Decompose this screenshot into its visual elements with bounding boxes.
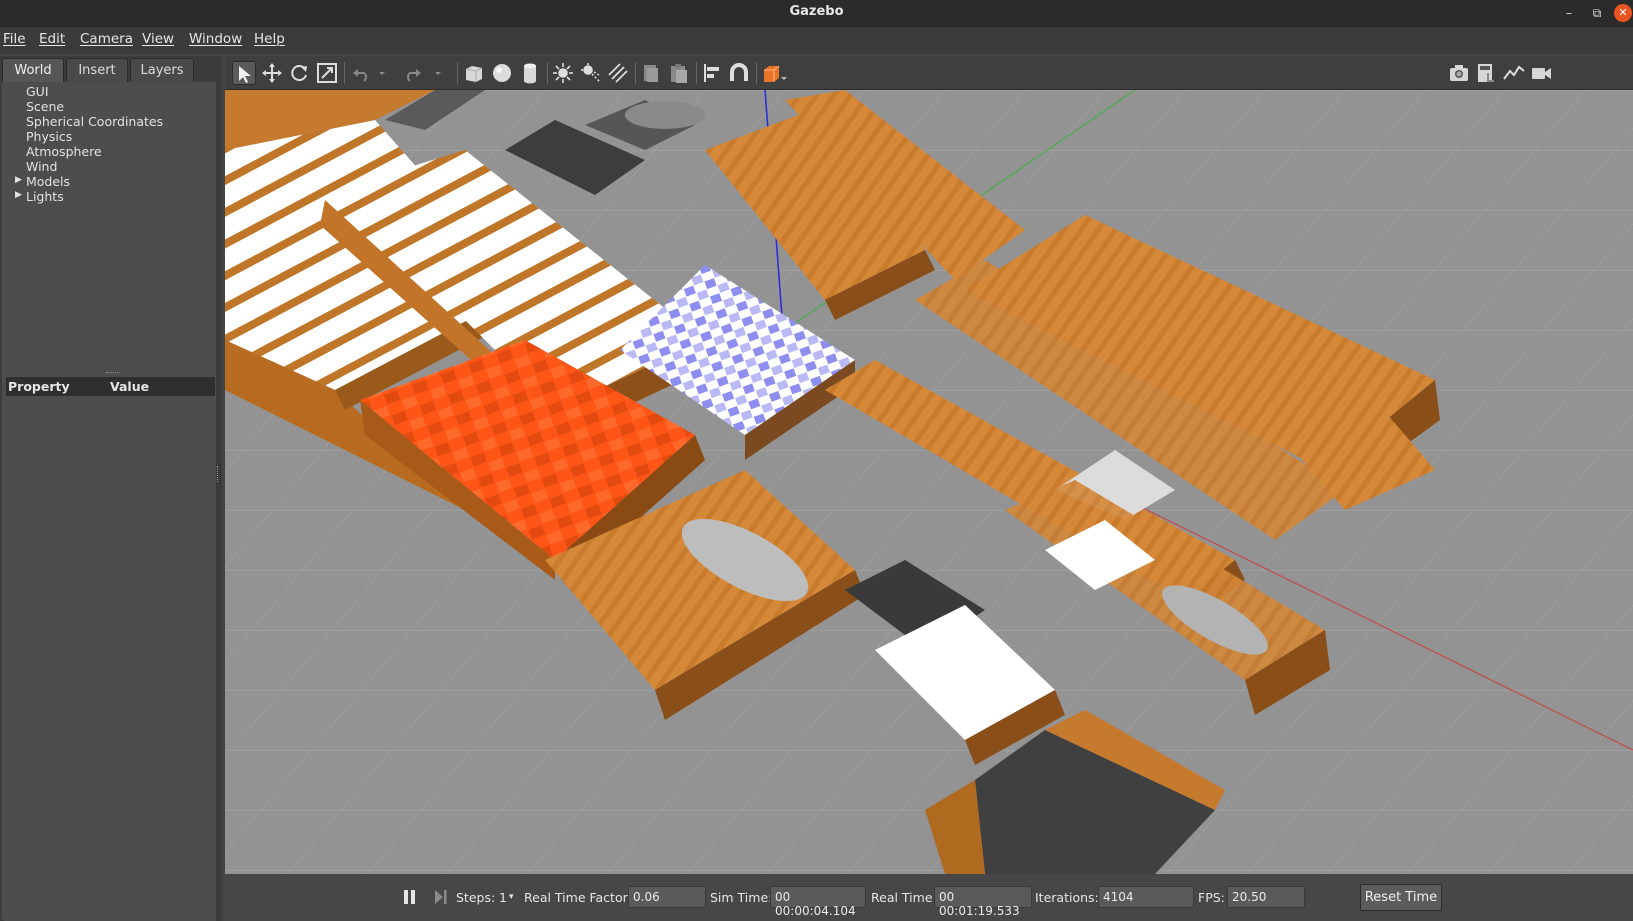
scale-icon[interactable] (315, 61, 339, 85)
expand-arrow-icon[interactable]: ▶ (15, 175, 22, 185)
menu-help[interactable]: Help (254, 31, 285, 47)
minimize-icon[interactable]: – (1560, 4, 1578, 22)
title-bar: Gazebo – ⧉ ✕ (0, 0, 1633, 27)
gazebo-window: Gazebo – ⧉ ✕ File Edit Camera View Windo… (0, 0, 1633, 921)
plot-icon[interactable] (1502, 61, 1526, 85)
steps-spinbox[interactable]: 1 (499, 890, 507, 905)
tree-item-physics[interactable]: Physics (26, 129, 72, 144)
paste-icon[interactable] (667, 61, 691, 85)
log-icon[interactable] (1474, 61, 1498, 85)
world-tree: GUI Scene Spherical Coordinates Physics … (2, 82, 220, 921)
property-table-header: Property Value (6, 377, 215, 396)
value-column-header: Value (110, 379, 150, 394)
tree-item-models-label: Models (26, 174, 71, 189)
toolbar (225, 56, 1633, 90)
expand-arrow-icon[interactable]: ▶ (15, 190, 22, 200)
reset-time-button[interactable]: Reset Time (1360, 884, 1442, 911)
menu-edit[interactable]: Edit (39, 31, 65, 47)
step-icon[interactable] (433, 888, 449, 909)
snap-icon[interactable] (727, 61, 751, 85)
steps-dropdown-icon[interactable]: ▾ (509, 892, 514, 902)
tree-item-gui[interactable]: GUI (26, 84, 49, 99)
fps-field: 20.50 (1227, 886, 1305, 908)
tree-item-lights[interactable]: ▶ Lights (15, 189, 64, 204)
box-icon[interactable] (462, 61, 486, 85)
video-record-icon[interactable] (1529, 61, 1553, 85)
real-time-field: 00 00:01:19.533 (934, 886, 1032, 918)
restore-icon[interactable]: ⧉ (1588, 4, 1606, 22)
sim-time-field: 00 00:00:04.104 (770, 886, 866, 918)
close-icon[interactable]: ✕ (1614, 4, 1632, 22)
align-icon[interactable] (700, 61, 724, 85)
3d-viewport[interactable] (225, 90, 1633, 874)
panel-splitter-handle[interactable] (106, 372, 120, 375)
real-time-label: Real Time: (871, 890, 937, 905)
sim-time-label: Sim Time: (710, 890, 773, 905)
sphere-icon[interactable] (490, 61, 514, 85)
cylinder-icon[interactable] (518, 61, 542, 85)
undo-dropdown-icon[interactable] (375, 61, 389, 85)
real-time-factor-field: 0.06 (628, 886, 706, 908)
scene-render[interactable] (225, 90, 1633, 874)
copy-icon[interactable] (639, 61, 663, 85)
toolbar-separator (457, 62, 458, 84)
panel-resize-grip[interactable] (216, 56, 221, 921)
tab-world[interactable]: World (2, 58, 64, 83)
redo-icon[interactable] (401, 61, 425, 85)
status-bar: Steps: 1 ▾ Real Time Factor: 0.06 Sim Ti… (225, 874, 1633, 921)
property-column-header: Property (8, 379, 70, 394)
steps-label: Steps: (456, 890, 496, 905)
directional-light-icon[interactable] (606, 61, 630, 85)
iterations-field: 4104 (1098, 886, 1194, 908)
tree-item-lights-label: Lights (26, 189, 64, 204)
tab-layers[interactable]: Layers (130, 58, 194, 83)
tab-insert[interactable]: Insert (66, 58, 128, 83)
tree-item-wind[interactable]: Wind (26, 159, 57, 174)
menu-file[interactable]: File (3, 31, 26, 47)
pause-icon[interactable] (403, 888, 417, 909)
window-title: Gazebo (789, 4, 844, 19)
toolbar-separator (635, 62, 636, 84)
translate-icon[interactable] (260, 61, 284, 85)
menu-camera[interactable]: Camera (80, 31, 133, 47)
tree-item-scene[interactable]: Scene (26, 99, 64, 114)
toolbar-separator (696, 62, 697, 84)
tree-item-spherical-coordinates[interactable]: Spherical Coordinates (26, 114, 163, 129)
redo-dropdown-icon[interactable] (431, 61, 445, 85)
menu-window[interactable]: Window (189, 31, 242, 47)
rotate-icon[interactable] (287, 61, 311, 85)
tree-item-models[interactable]: ▶ Models (15, 174, 71, 189)
select-arrow-icon[interactable] (232, 61, 256, 85)
toolbar-separator (756, 62, 757, 84)
point-light-icon[interactable] (551, 61, 575, 85)
screenshot-icon[interactable] (1447, 61, 1471, 85)
view-angle-icon[interactable] (759, 61, 789, 85)
toolbar-separator (344, 62, 345, 84)
left-panel: World Insert Layers GUI Scene Spherical … (0, 56, 222, 921)
tree-item-atmosphere[interactable]: Atmosphere (26, 144, 102, 159)
menu-bar: File Edit Camera View Window Help (0, 27, 1633, 54)
toolbar-separator (547, 62, 548, 84)
real-time-factor-label: Real Time Factor: (524, 890, 632, 905)
spot-light-icon[interactable] (579, 61, 603, 85)
iterations-label: Iterations: (1035, 890, 1099, 905)
menu-view[interactable]: View (142, 31, 174, 47)
fps-label: FPS: (1198, 890, 1225, 905)
undo-icon[interactable] (349, 61, 373, 85)
